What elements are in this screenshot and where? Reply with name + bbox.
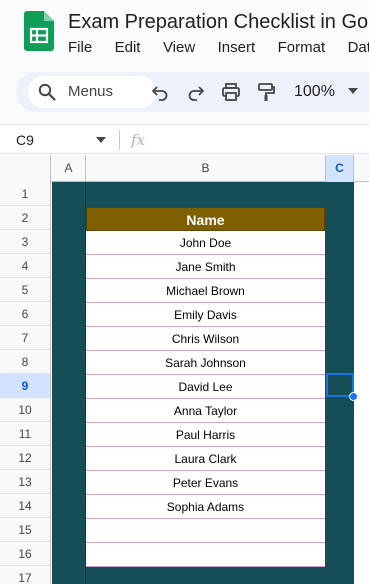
column-header-row: A B C: [0, 155, 369, 182]
name-cell[interactable]: Michael Brown: [86, 279, 325, 303]
name-cell[interactable]: [86, 519, 325, 543]
name-cell[interactable]: John Doe: [86, 231, 325, 255]
menu-data[interactable]: Data: [348, 38, 369, 58]
document-title[interactable]: Exam Preparation Checklist in Go: [68, 10, 368, 34]
column-header-c[interactable]: C: [326, 155, 354, 182]
row-header-10[interactable]: 10: [0, 398, 51, 422]
row-header-6[interactable]: 6: [0, 302, 51, 326]
select-all-corner[interactable]: [0, 155, 51, 182]
column-header-b[interactable]: B: [86, 155, 326, 182]
row-header-3[interactable]: 3: [0, 230, 51, 254]
row-header-13[interactable]: 13: [0, 470, 51, 494]
row-header-12[interactable]: 12: [0, 446, 51, 470]
name-cell[interactable]: Anna Taylor: [86, 399, 325, 423]
name-cell[interactable]: Emily Davis: [86, 303, 325, 327]
name-header-cell[interactable]: Name: [86, 207, 325, 231]
row-header-8[interactable]: 8: [0, 350, 51, 374]
menu-view[interactable]: View: [163, 38, 195, 58]
paint-format-icon[interactable]: [256, 82, 276, 102]
undo-icon[interactable]: [150, 82, 170, 102]
column-header-a[interactable]: A: [52, 155, 86, 182]
name-cell[interactable]: Sarah Johnson: [86, 351, 325, 375]
toolbar: Menus 100%: [16, 72, 369, 112]
name-cell[interactable]: [86, 543, 325, 567]
search-menus-label: Menus: [68, 83, 114, 100]
menu-file[interactable]: File: [68, 38, 92, 58]
formula-bar: C9 fx: [0, 124, 369, 154]
row-header-16[interactable]: 16: [0, 542, 51, 566]
row-header-9[interactable]: 9: [0, 374, 51, 398]
row-header-11[interactable]: 11: [0, 422, 51, 446]
menu-format[interactable]: Format: [278, 38, 326, 58]
row-header-14[interactable]: 14: [0, 494, 51, 518]
row-header-15[interactable]: 15: [0, 518, 51, 542]
row-header-5[interactable]: 5: [0, 278, 51, 302]
name-cell[interactable]: David Lee: [86, 375, 325, 399]
zoom-level[interactable]: 100%: [294, 82, 335, 102]
zoom-caret-icon[interactable]: [348, 88, 358, 94]
name-cell[interactable]: Jane Smith: [86, 255, 325, 279]
name-cell[interactable]: Sophia Adams: [86, 495, 325, 519]
row-header-7[interactable]: 7: [0, 326, 51, 350]
spreadsheet-grid[interactable]: A B C 1 2 3 4 5 6 7 8 9 10 11 12 13 14 1…: [0, 155, 369, 584]
name-cell[interactable]: Laura Clark: [86, 447, 325, 471]
title-bar: Exam Preparation Checklist in Go File Ed…: [0, 0, 369, 64]
menu-edit[interactable]: Edit: [115, 38, 141, 58]
search-icon: [38, 83, 56, 101]
name-cell[interactable]: Paul Harris: [86, 423, 325, 447]
name-cell[interactable]: Peter Evans: [86, 471, 325, 495]
name-box-caret-icon[interactable]: [96, 137, 106, 143]
name-box[interactable]: C9: [16, 131, 34, 149]
row-header-17[interactable]: 17: [0, 566, 51, 584]
row-header-2[interactable]: 2: [0, 206, 51, 230]
name-cell[interactable]: Chris Wilson: [86, 327, 325, 351]
fill-handle[interactable]: [349, 392, 358, 401]
row-header-1[interactable]: 1: [0, 182, 51, 206]
row-header-4[interactable]: 4: [0, 254, 51, 278]
sheets-logo-icon[interactable]: [24, 11, 54, 51]
menu-bar: File Edit View Insert Format Data: [68, 38, 369, 58]
google-sheets-window: Exam Preparation Checklist in Go File Ed…: [0, 0, 369, 584]
print-icon[interactable]: [221, 82, 241, 102]
redo-icon[interactable]: [186, 82, 206, 102]
menu-insert[interactable]: Insert: [218, 38, 256, 58]
search-menus-button[interactable]: Menus: [28, 76, 156, 108]
formula-bar-divider: [119, 130, 120, 150]
fx-icon: fx: [131, 131, 146, 149]
